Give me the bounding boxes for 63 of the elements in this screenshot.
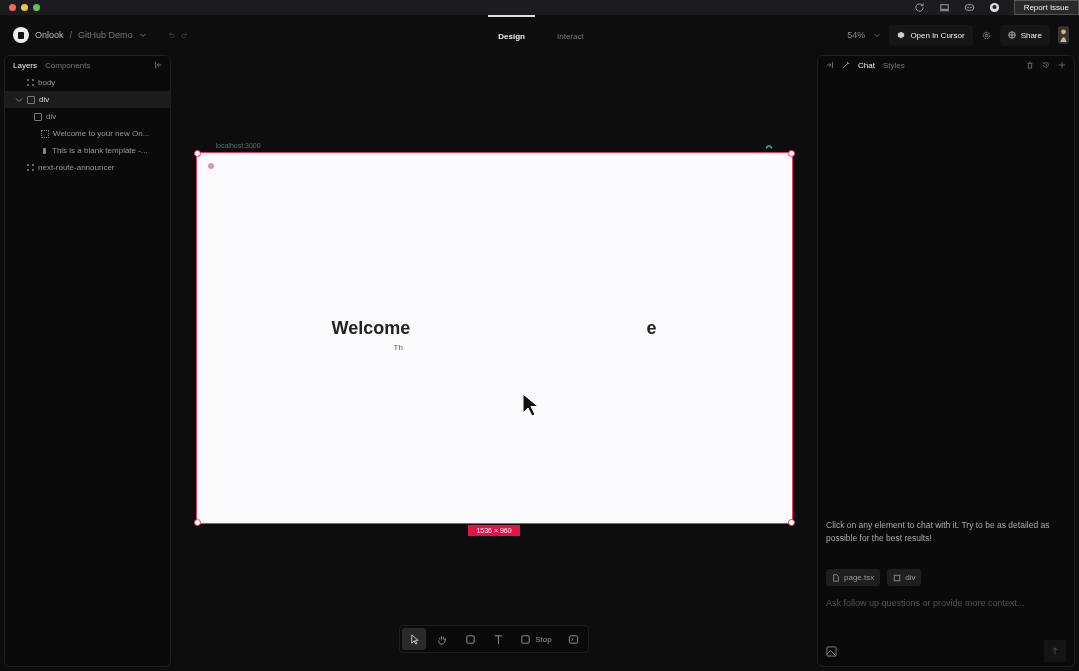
stop-button[interactable]: Stop xyxy=(514,628,558,650)
minimize-button[interactable] xyxy=(21,4,28,11)
project-name[interactable]: Onlook xyxy=(35,30,64,40)
page-subtitle: Th xyxy=(393,343,403,352)
cube-icon xyxy=(897,31,906,39)
pointer-tool-button[interactable] xyxy=(402,628,427,650)
hand-icon xyxy=(436,633,448,645)
logo-icon[interactable] xyxy=(13,27,29,43)
panel-tab[interactable]: Layers xyxy=(13,60,37,70)
arrow-up-icon xyxy=(1051,647,1059,655)
context-chip[interactable]: page.tsx xyxy=(826,569,881,586)
breadcrumb-separator: / xyxy=(69,30,73,40)
terminal-icon xyxy=(568,633,580,645)
open-in-cursor-button[interactable]: Open in Cursor xyxy=(889,24,973,46)
component-icon xyxy=(27,164,34,171)
chat-input[interactable]: Ask follow up questions or provide more context... xyxy=(826,596,1066,636)
collapse-panel-icon[interactable] xyxy=(154,61,162,69)
stop-icon xyxy=(520,633,532,645)
plus-icon[interactable] xyxy=(1058,61,1066,69)
refresh-icon[interactable] xyxy=(913,2,925,13)
branch-name[interactable]: GitHub Demo xyxy=(78,30,133,40)
pointer-icon xyxy=(408,633,420,645)
page-heading: Welcome xyxy=(331,318,411,339)
trash-icon[interactable] xyxy=(1026,61,1034,69)
avatar[interactable] xyxy=(1058,26,1069,44)
square-icon xyxy=(464,633,476,645)
zoom-level[interactable]: 54% xyxy=(847,30,866,40)
image-icon[interactable] xyxy=(826,645,837,657)
chevron-down-icon[interactable] xyxy=(138,31,147,39)
wand-icon xyxy=(842,61,850,69)
layer-item[interactable]: div xyxy=(5,108,170,125)
context-chip[interactable]: div xyxy=(887,569,922,586)
close-button[interactable] xyxy=(9,4,16,11)
paragraph-icon xyxy=(43,147,46,154)
mouse-pointer-icon xyxy=(521,393,538,417)
file-icon xyxy=(832,573,840,582)
page-frame[interactable]: Welcome e Th xyxy=(195,152,793,524)
caret-icon[interactable] xyxy=(15,95,23,104)
layer-item[interactable]: Welcome to your new On... xyxy=(5,125,170,142)
marker-icon xyxy=(207,163,214,169)
mode-tab[interactable]: Interact xyxy=(547,15,594,55)
layer-item[interactable]: This is a blank template -... xyxy=(5,142,170,159)
panel-tab[interactable]: Chat xyxy=(858,60,875,70)
panel-tab[interactable]: Styles xyxy=(882,60,905,70)
square-icon xyxy=(893,573,902,582)
globe-icon xyxy=(1007,31,1016,39)
component-icon xyxy=(27,79,34,86)
layer-item[interactable]: div xyxy=(5,91,170,108)
text-icon xyxy=(41,129,49,138)
mode-tab[interactable]: Design xyxy=(488,15,535,55)
maximize-button[interactable] xyxy=(33,4,40,11)
laptop-icon[interactable] xyxy=(938,2,950,13)
share-button[interactable]: Share xyxy=(999,24,1050,46)
text-tool-icon xyxy=(492,633,504,645)
expand-panel-icon[interactable] xyxy=(826,61,834,69)
report-issue-button[interactable]: Report Issue xyxy=(1013,0,1079,15)
page-heading: e xyxy=(646,318,657,339)
history-icon[interactable] xyxy=(1042,61,1050,69)
settings-icon[interactable] xyxy=(980,29,992,41)
layer-item[interactable]: next-route-announcer xyxy=(5,159,170,176)
chat-hint: Click on any element to chat with it. Try to be as detailed as possible for the best results! xyxy=(826,519,1051,545)
panel-tab[interactable]: Components xyxy=(45,60,91,70)
layer-item[interactable]: body xyxy=(5,74,170,91)
